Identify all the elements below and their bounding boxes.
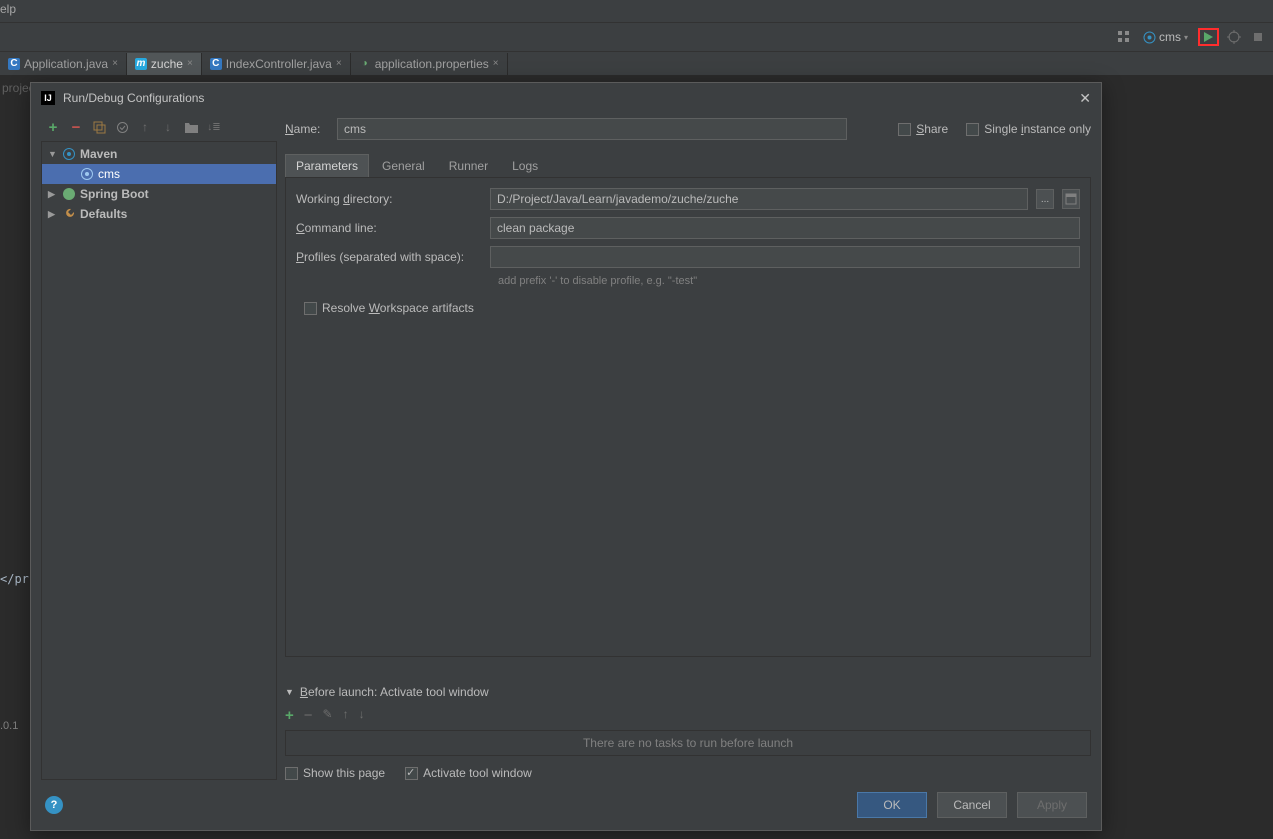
dialog-titlebar: IJ Run/Debug Configurations ✕ xyxy=(31,83,1101,113)
single-instance-checkbox[interactable]: Single instance only xyxy=(966,122,1091,136)
tab-label: application.properties xyxy=(375,57,489,71)
stop-icon[interactable] xyxy=(1249,28,1267,46)
tab-application-properties[interactable]: ◑ application.properties × xyxy=(351,53,508,75)
tab-parameters[interactable]: Parameters xyxy=(285,154,369,177)
edit-icon[interactable]: ✎ xyxy=(323,707,333,724)
profiles-input[interactable] xyxy=(490,246,1080,268)
up-icon[interactable]: ↑ xyxy=(137,119,153,135)
tab-application-java[interactable]: C Application.java × xyxy=(0,53,127,75)
activate-tool-checkbox[interactable]: Activate tool window xyxy=(405,766,532,780)
tab-index-controller[interactable]: C IndexController.java × xyxy=(202,53,351,75)
maven-gear-icon xyxy=(62,147,76,161)
wrench-icon xyxy=(62,207,76,221)
editor-fragment: </pr xyxy=(0,572,29,586)
menu-help[interactable]: elp xyxy=(0,2,16,16)
intellij-icon: IJ xyxy=(41,91,55,105)
cancel-button[interactable]: Cancel xyxy=(937,792,1007,818)
name-input[interactable] xyxy=(337,118,847,140)
profiles-label: Profiles (separated with space): xyxy=(296,250,482,264)
tab-label: zuche xyxy=(151,57,183,71)
debug-icon[interactable] xyxy=(1225,28,1243,46)
tab-logs[interactable]: Logs xyxy=(501,154,549,177)
chevron-down-icon: ▼ xyxy=(285,687,294,697)
config-tree[interactable]: ▼ Maven cms ▶ Spring Boot ▶ Defaults xyxy=(41,141,277,780)
spring-icon xyxy=(62,187,76,201)
up-icon[interactable]: ↑ xyxy=(343,707,349,724)
chevron-down-icon: ▼ xyxy=(48,149,58,159)
tree-spring-boot[interactable]: ▶ Spring Boot xyxy=(42,184,276,204)
working-dir-label: Working directory: xyxy=(296,192,482,206)
before-launch-toolbar: + − ✎ ↑ ↓ xyxy=(285,705,1091,726)
save-icon[interactable] xyxy=(114,119,130,135)
browse-button[interactable]: ... xyxy=(1036,189,1054,209)
tab-label: IndexController.java xyxy=(226,57,332,71)
tab-zuche[interactable]: m zuche × xyxy=(127,53,202,75)
command-line-input[interactable] xyxy=(490,217,1080,239)
gear-icon xyxy=(1143,31,1156,44)
version-fragment: .0.1 xyxy=(0,720,18,732)
remove-icon[interactable]: − xyxy=(304,707,313,724)
config-toolbar: + − ↑ ↓ ↓≣ xyxy=(41,113,277,141)
properties-icon: ◑ xyxy=(359,58,371,70)
tree-defaults[interactable]: ▶ Defaults xyxy=(42,204,276,224)
down-icon[interactable]: ↓ xyxy=(359,707,365,724)
class-icon: C xyxy=(8,58,20,70)
main-toolbar: cms ▾ xyxy=(0,23,1273,52)
tab-runner[interactable]: Runner xyxy=(438,154,499,177)
show-page-checkbox[interactable]: Show this page xyxy=(285,766,385,780)
chevron-right-icon: ▶ xyxy=(48,209,58,220)
close-icon[interactable]: × xyxy=(336,58,342,69)
sort-icon[interactable]: ↓≣ xyxy=(206,119,222,135)
play-icon xyxy=(1204,32,1213,42)
dropdown-arrow-icon: ▾ xyxy=(1184,33,1188,42)
maven-icon: m xyxy=(135,58,147,70)
tab-general[interactable]: General xyxy=(371,154,436,177)
down-icon[interactable]: ↓ xyxy=(160,119,176,135)
run-debug-dialog: IJ Run/Debug Configurations ✕ + − ↑ ↓ ↓≣… xyxy=(30,82,1102,831)
copy-icon[interactable] xyxy=(91,119,107,135)
tree-maven[interactable]: ▼ Maven xyxy=(42,144,276,164)
structure-icon[interactable] xyxy=(1115,28,1133,46)
ok-button[interactable]: OK xyxy=(857,792,927,818)
resolve-workspace-checkbox[interactable]: Resolve Workspace artifacts xyxy=(296,301,474,315)
config-tabs: Parameters General Runner Logs xyxy=(285,154,1091,178)
apply-button[interactable]: Apply xyxy=(1017,792,1087,818)
close-icon[interactable]: × xyxy=(187,58,193,69)
help-icon[interactable]: ? xyxy=(45,796,63,814)
before-launch-header[interactable]: ▼ Before launch: Activate tool window xyxy=(285,685,1091,699)
expand-icon[interactable] xyxy=(1062,189,1080,209)
add-icon[interactable]: + xyxy=(285,707,294,724)
close-icon[interactable]: × xyxy=(493,58,499,69)
tab-label: Application.java xyxy=(24,57,108,71)
folder-icon[interactable] xyxy=(183,119,199,135)
working-dir-input[interactable] xyxy=(490,188,1028,210)
close-icon[interactable]: × xyxy=(112,58,118,69)
share-checkbox[interactable]: Share xyxy=(898,122,948,136)
run-config-dropdown[interactable]: cms ▾ xyxy=(1139,29,1192,45)
run-button[interactable] xyxy=(1198,28,1219,46)
close-icon[interactable]: ✕ xyxy=(1079,90,1091,107)
menubar: elp xyxy=(0,0,1273,23)
maven-gear-icon xyxy=(80,167,94,181)
remove-icon[interactable]: − xyxy=(68,119,84,135)
dialog-footer: ? OK Cancel Apply xyxy=(31,780,1101,830)
command-line-label: Command line: xyxy=(296,221,482,235)
editor-tabs: C Application.java × m zuche × C IndexCo… xyxy=(0,52,1273,76)
chevron-right-icon: ▶ xyxy=(48,189,58,200)
profiles-hint: add prefix '-' to disable profile, e.g. … xyxy=(498,275,1080,287)
dialog-title: Run/Debug Configurations xyxy=(63,91,204,105)
before-launch-empty: There are no tasks to run before launch xyxy=(285,730,1091,756)
class-icon: C xyxy=(210,58,222,70)
name-label: Name: xyxy=(285,122,327,136)
tree-cms[interactable]: cms xyxy=(42,164,276,184)
run-config-name: cms xyxy=(1159,30,1181,44)
add-icon[interactable]: + xyxy=(45,119,61,135)
